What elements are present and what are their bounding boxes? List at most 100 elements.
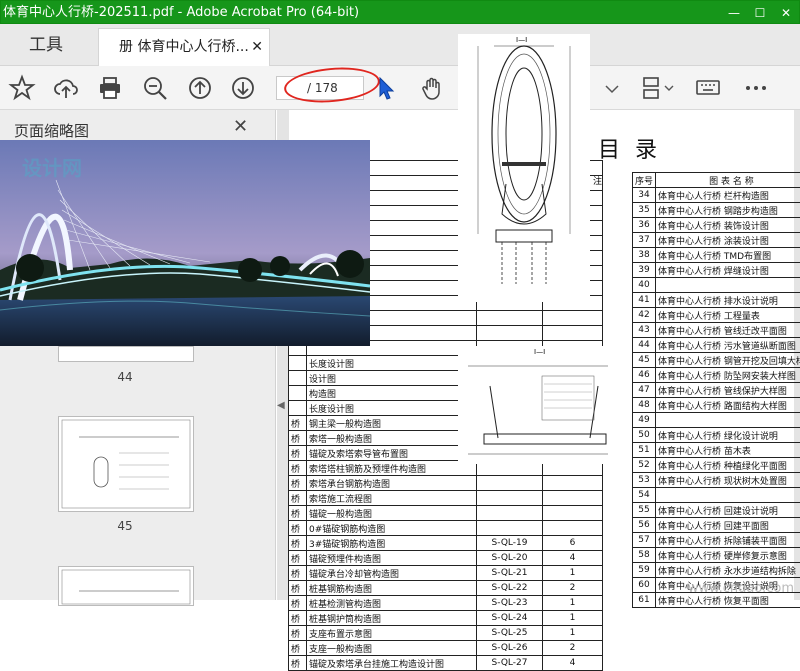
table-cell: 索塔施工流程图 bbox=[307, 491, 477, 506]
table-cell: 体育中心人行桥 永水步道结构拆除 bbox=[656, 563, 800, 578]
table-row: 桥锚碇承台冷却管构造图S-QL-211 bbox=[289, 566, 603, 581]
table-row: 桥支座一般构造图S-QL-262 bbox=[289, 641, 603, 656]
table-cell: 体育中心人行桥 TMD布置图 bbox=[656, 248, 800, 263]
table-cell: 构造图 bbox=[307, 386, 477, 401]
table-row: 桥锚碇一般构造图 bbox=[289, 506, 603, 521]
table-cell: 37 bbox=[633, 233, 656, 248]
table-row: 37体育中心人行桥 涂装设计图 bbox=[633, 233, 800, 248]
table-cell: S-QL-22 bbox=[477, 581, 543, 596]
table-cell: 46 bbox=[633, 368, 656, 383]
toc-title: 目 录 bbox=[598, 132, 661, 164]
table-cell: S-QL-26 bbox=[477, 641, 543, 656]
table-cell: 34 bbox=[633, 188, 656, 203]
table-cell bbox=[289, 371, 307, 386]
table-row: 桥支座布置示意图S-QL-251 bbox=[289, 626, 603, 641]
table-cell: 桥 bbox=[289, 641, 307, 656]
sidebar-close-icon[interactable]: ✕ bbox=[233, 116, 248, 137]
table-header-row: 序号图 表 名 称 bbox=[633, 173, 800, 188]
cloud-upload-icon[interactable] bbox=[52, 74, 80, 102]
table-cell: 体育中心人行桥 路面结构大样图 bbox=[656, 398, 800, 413]
tab-document[interactable]: 册 体育中心人行桥... ✕ bbox=[98, 28, 270, 66]
page-thumbnail[interactable] bbox=[58, 566, 194, 606]
table-cell: 43 bbox=[633, 323, 656, 338]
window-title: 体育中心人行桥-202511.pdf - Adobe Acrobat Pro (… bbox=[3, 5, 359, 20]
tab-document-label: 册 体育中心人行桥... bbox=[119, 39, 249, 55]
right-index-table: 序号图 表 名 称34体育中心人行桥 栏杆构造图35体育中心人行桥 钢踏步构造图… bbox=[632, 172, 800, 608]
table-cell: 长度设计图 bbox=[307, 356, 477, 371]
table-cell: 锚碇承台冷却管构造图 bbox=[307, 566, 477, 581]
table-cell bbox=[543, 506, 603, 521]
table-cell: S-QL-21 bbox=[477, 566, 543, 581]
table-cell bbox=[543, 476, 603, 491]
table-cell: 50 bbox=[633, 428, 656, 443]
table-cell: 体育中心人行桥 钢踏步构造图 bbox=[656, 203, 800, 218]
table-cell: 桩基钢护筒构造图 bbox=[307, 611, 477, 626]
table-cell: 57 bbox=[633, 533, 656, 548]
select-cursor-icon[interactable] bbox=[378, 76, 396, 100]
hand-tool-icon[interactable] bbox=[418, 74, 446, 102]
table-row: 51体育中心人行桥 苗木表 bbox=[633, 443, 800, 458]
table-cell: 36 bbox=[633, 218, 656, 233]
collapse-sidebar-arrow-icon[interactable]: ◀ bbox=[277, 400, 285, 411]
table-header-cell: 序号 bbox=[633, 173, 656, 188]
table-header-cell: 图 表 名 称 bbox=[656, 173, 800, 188]
table-cell: 1 bbox=[543, 596, 603, 611]
minimize-button[interactable]: — bbox=[721, 1, 747, 25]
table-cell bbox=[289, 356, 307, 371]
table-row: 45体育中心人行桥 钢管开挖及回填大样 bbox=[633, 353, 800, 368]
page-thumbnail-selected[interactable] bbox=[58, 416, 194, 512]
table-cell bbox=[477, 326, 543, 341]
table-cell: 体育中心人行桥 管线保护大样图 bbox=[656, 383, 800, 398]
table-cell bbox=[477, 491, 543, 506]
table-cell: 40 bbox=[633, 278, 656, 293]
print-icon[interactable] bbox=[96, 74, 124, 102]
table-row: 54 bbox=[633, 488, 800, 503]
page-layout-icon[interactable] bbox=[640, 74, 676, 102]
table-cell: 体育中心人行桥 焊缝设计图 bbox=[656, 263, 800, 278]
maximize-button[interactable]: ☐ bbox=[747, 1, 773, 25]
table-row: 桥索塔施工流程图 bbox=[289, 491, 603, 506]
table-cell: 48 bbox=[633, 398, 656, 413]
table-cell: 支座布置示意图 bbox=[307, 626, 477, 641]
page-up-icon[interactable] bbox=[186, 74, 214, 102]
table-cell: 体育中心人行桥 种植绿化平面图 bbox=[656, 458, 800, 473]
table-cell: 35 bbox=[633, 203, 656, 218]
table-cell: 锚碇一般构造图 bbox=[307, 506, 477, 521]
table-cell: 桥 bbox=[289, 611, 307, 626]
table-cell: 56 bbox=[633, 518, 656, 533]
table-cell: 体育中心人行桥 现状树木处置图 bbox=[656, 473, 800, 488]
table-cell: 支座一般构造图 bbox=[307, 641, 477, 656]
table-row: 桥0#锚碇钢筋构造图 bbox=[289, 521, 603, 536]
tab-tools[interactable]: 工具 bbox=[0, 24, 92, 66]
table-cell: 体育中心人行桥 绿化设计说明 bbox=[656, 428, 800, 443]
table-row: 52体育中心人行桥 种植绿化平面图 bbox=[633, 458, 800, 473]
table-cell bbox=[477, 506, 543, 521]
zoom-out-icon[interactable] bbox=[141, 74, 169, 102]
thumbnail-drawing bbox=[59, 417, 193, 511]
page-down-icon[interactable] bbox=[229, 74, 257, 102]
table-cell: 桥 bbox=[289, 431, 307, 446]
table-cell: 桥 bbox=[289, 551, 307, 566]
close-window-button[interactable]: ✕ bbox=[773, 1, 799, 25]
tab-close-icon[interactable]: ✕ bbox=[251, 29, 263, 65]
table-row: 桥桩基检测管构造图S-QL-231 bbox=[289, 596, 603, 611]
table-row: 58体育中心人行桥 硬岸修复示意图 bbox=[633, 548, 800, 563]
dropdown-chevron-icon[interactable] bbox=[598, 74, 626, 102]
table-row: 桥索塔承台钢筋构造图 bbox=[289, 476, 603, 491]
star-icon[interactable] bbox=[8, 74, 36, 102]
table-row: 34体育中心人行桥 栏杆构造图 bbox=[633, 188, 800, 203]
keyboard-icon[interactable] bbox=[694, 74, 722, 102]
table-cell: 45 bbox=[633, 353, 656, 368]
table-cell: 桥 bbox=[289, 581, 307, 596]
table-cell: 钢主梁一般构造图 bbox=[307, 416, 477, 431]
bridge-section-drawing: I—I bbox=[458, 346, 618, 464]
table-cell: S-QL-25 bbox=[477, 626, 543, 641]
tab-bar: 工具 册 体育中心人行桥... ✕ bbox=[0, 24, 800, 66]
table-cell: 锚碇及索塔承台挂施工构造设计图 bbox=[307, 656, 477, 671]
thumbnail-drawing bbox=[59, 567, 193, 605]
more-options-icon[interactable] bbox=[742, 74, 770, 102]
table-cell: 体育中心人行桥 排水设计说明 bbox=[656, 293, 800, 308]
table-cell: S-QL-24 bbox=[477, 611, 543, 626]
page-thumbnail[interactable] bbox=[58, 346, 194, 362]
table-cell bbox=[477, 476, 543, 491]
